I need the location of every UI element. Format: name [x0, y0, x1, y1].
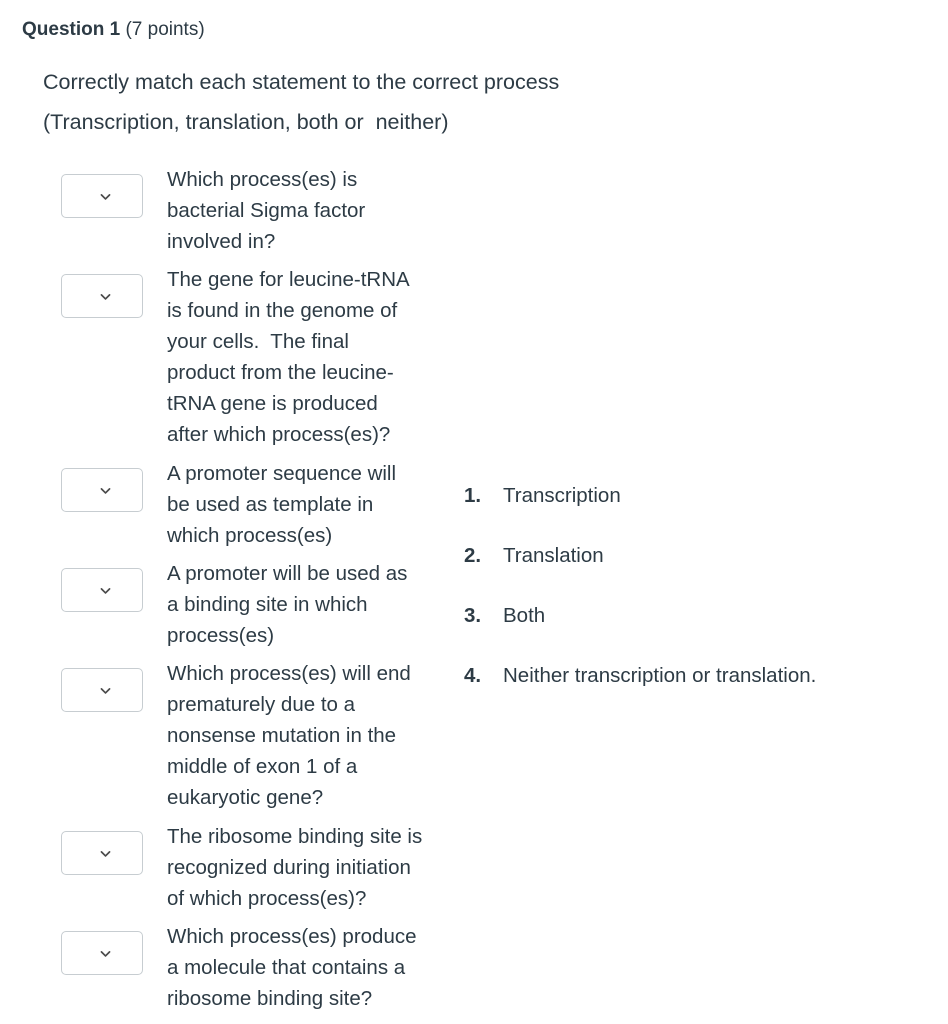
statement-line: ribosome binding site? [167, 987, 373, 1010]
match-statement-4: A promoter will be used as a binding site… [167, 556, 449, 651]
process-select-4[interactable] [61, 568, 143, 612]
statement-line: prematurely due to a [167, 693, 356, 716]
chevron-down-icon [99, 684, 112, 697]
statement-line: be used as template in [167, 493, 374, 516]
statement-line: a molecule that contains a [167, 956, 406, 979]
statement-line: tRNA gene is produced [167, 392, 378, 415]
option-label: Both [503, 604, 546, 627]
chevron-down-icon [99, 584, 112, 597]
statement-line: involved in? [167, 230, 276, 253]
option-number: 2. [464, 544, 482, 567]
match-statement-6: The ribosome binding site is recognized d… [167, 819, 449, 914]
match-row: A promoter will be used as a binding site… [0, 556, 460, 656]
process-select-1[interactable] [61, 174, 143, 218]
statement-line: product from the leucine- [167, 361, 394, 384]
process-select-6[interactable] [61, 831, 143, 875]
question-prompt: Correctly match each statement to the co… [43, 62, 743, 142]
statement-line: your cells. The final [167, 330, 349, 353]
match-statement-3: A promoter sequence will be used as templ… [167, 456, 449, 551]
question-points: (7 points) [120, 19, 205, 40]
statement-line: recognized during initiation [167, 856, 411, 879]
statement-line: Which process(es) produce [167, 925, 417, 948]
process-select-3[interactable] [61, 468, 143, 512]
match-statement-2: The gene for leucine-tRNA is found in the… [167, 262, 449, 450]
statement-line: The ribosome binding site is [167, 825, 423, 848]
option-item: 2. Translation [464, 542, 904, 602]
statement-line: middle of exon 1 of a [167, 755, 358, 778]
match-row: Which process(es) is bacterial Sigma fact… [0, 162, 460, 262]
statement-line: which process(es) [167, 524, 333, 547]
match-row: The ribosome binding site is recognized d… [0, 819, 460, 919]
option-item: 1. Transcription [464, 482, 904, 542]
option-label: Transcription [503, 484, 621, 507]
option-number: 3. [464, 604, 482, 627]
option-number: 4. [464, 664, 482, 687]
prompt-line-1: Correctly match each statement to the co… [43, 70, 560, 94]
matching-list: Which process(es) is bacterial Sigma fact… [0, 162, 460, 1019]
chevron-down-icon [99, 484, 112, 497]
match-row: Which process(es) produce a molecule that… [0, 919, 460, 1019]
statement-line: A promoter sequence will [167, 462, 397, 485]
statement-line: Which process(es) is [167, 168, 358, 191]
statement-line: of which process(es)? [167, 887, 367, 910]
option-item: 4. Neither transcription or translation. [464, 662, 904, 722]
statement-line: bacterial Sigma factor [167, 199, 366, 222]
process-select-5[interactable] [61, 668, 143, 712]
chevron-down-icon [99, 947, 112, 960]
process-select-7[interactable] [61, 931, 143, 975]
match-statement-1: Which process(es) is bacterial Sigma fact… [167, 162, 449, 257]
statement-line: eukaryotic gene? [167, 786, 324, 809]
option-label: Neither transcription or translation. [503, 664, 817, 687]
match-row: The gene for leucine-tRNA is found in the… [0, 262, 460, 456]
match-row: A promoter sequence will be used as templ… [0, 456, 460, 556]
match-statement-5: Which process(es) will end prematurely du… [167, 656, 449, 813]
statement-line: is found in the genome of [167, 299, 398, 322]
statement-line: a binding site in which [167, 593, 368, 616]
statement-line: after which process(es)? [167, 423, 391, 446]
option-number: 1. [464, 484, 482, 507]
options-list: 1. Transcription 2. Translation 3. Both 4. Neit… [464, 482, 904, 722]
statement-line: Which process(es) will end [167, 662, 411, 685]
process-select-2[interactable] [61, 274, 143, 318]
option-item: 3. Both [464, 602, 904, 662]
chevron-down-icon [99, 847, 112, 860]
chevron-down-icon [99, 190, 112, 203]
question-header: Question 1 (7 points) [22, 17, 205, 43]
statement-line: The gene for leucine-tRNA [167, 268, 410, 291]
question-title: Question 1 [22, 19, 121, 40]
statement-line: process(es) [167, 624, 275, 647]
option-label: Translation [503, 544, 604, 567]
statement-line: nonsense mutation in the [167, 724, 397, 747]
match-statement-7: Which process(es) produce a molecule that… [167, 919, 449, 1014]
match-row: Which process(es) will end prematurely du… [0, 656, 460, 819]
chevron-down-icon [99, 290, 112, 303]
prompt-line-2: (Transcription, translation, both or nei… [43, 110, 449, 134]
statement-line: A promoter will be used as [167, 562, 408, 585]
